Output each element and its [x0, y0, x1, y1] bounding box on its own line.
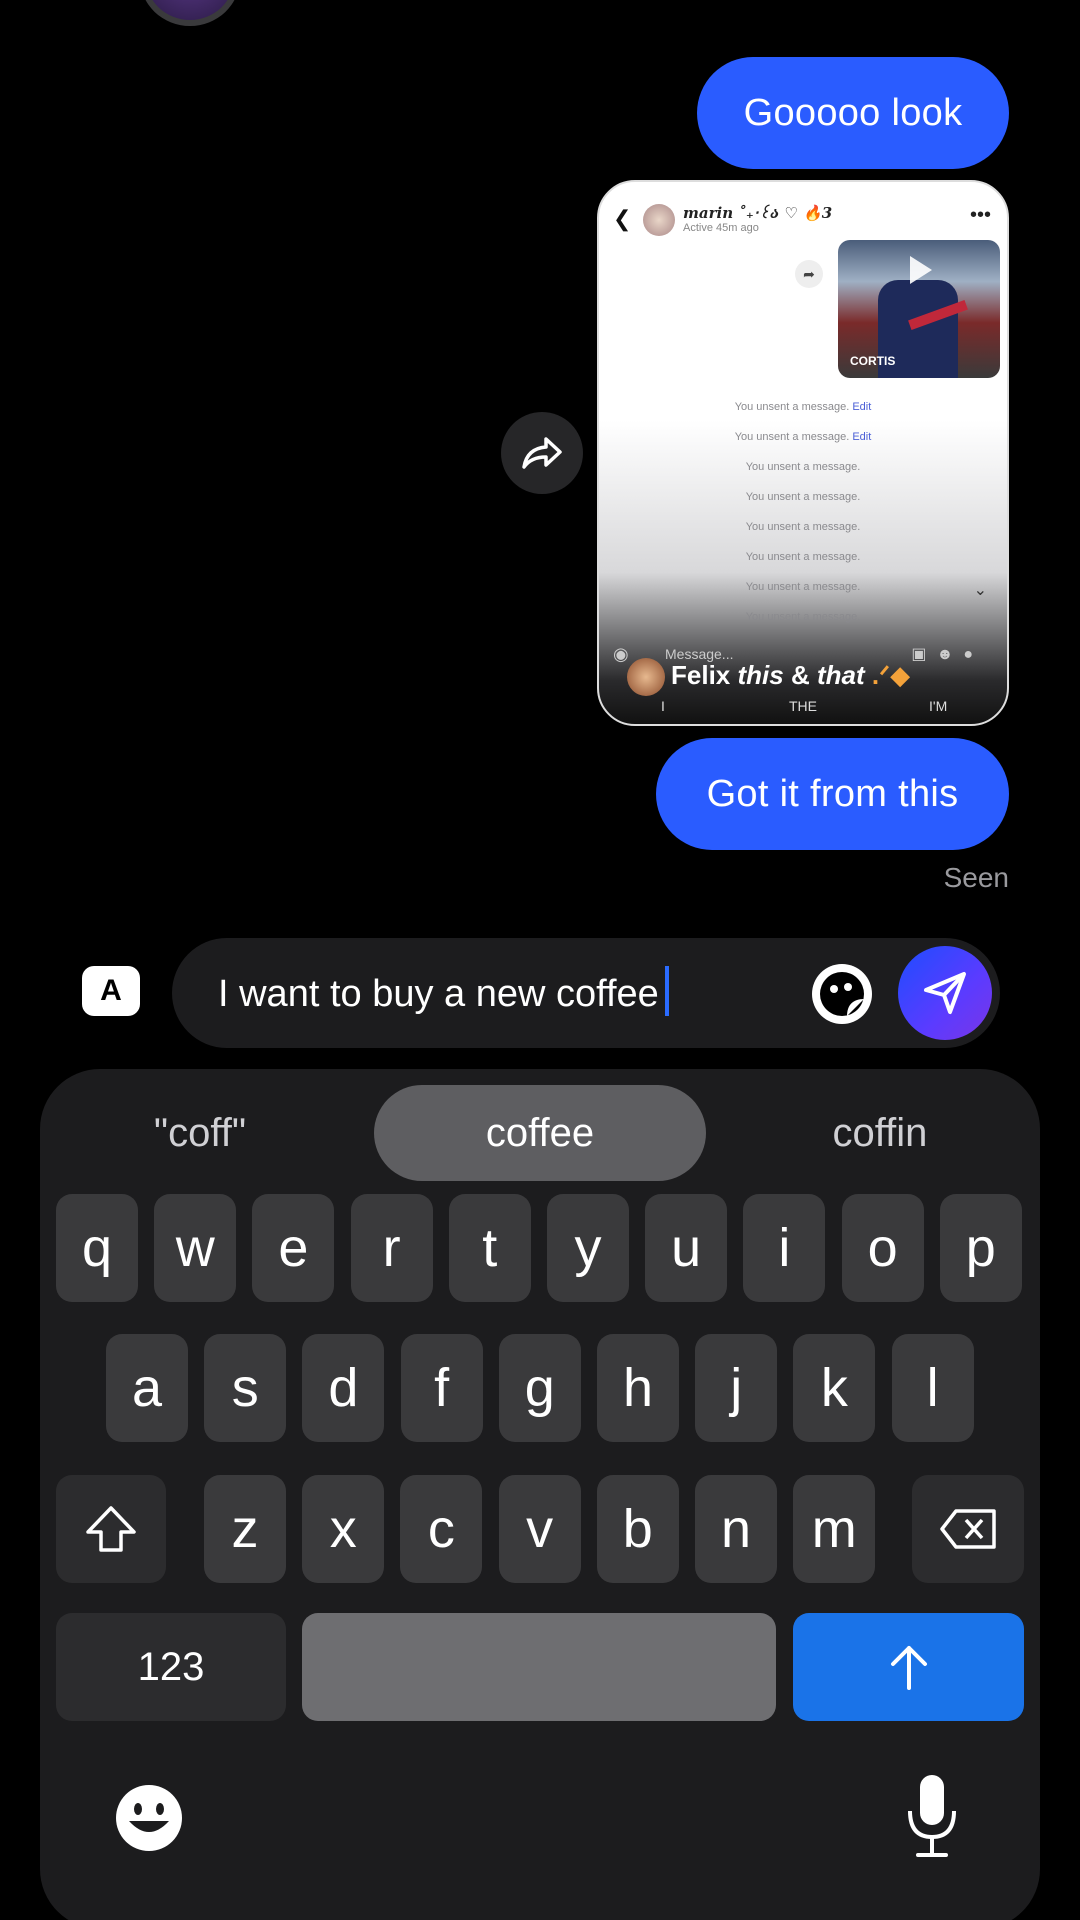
unsent-text: You unsent a message.: [734, 401, 850, 413]
screenshot-video: CORTIS: [838, 240, 1000, 378]
key-f[interactable]: f: [400, 1334, 483, 1442]
space-key[interactable]: [302, 1613, 776, 1721]
suggestion-1[interactable]: "coff": [90, 1085, 310, 1181]
screenshot-caption: Felix this & that .ᐟ◆: [627, 658, 910, 696]
key-k[interactable]: k: [793, 1334, 876, 1442]
key-q[interactable]: q: [56, 1194, 138, 1302]
sticker-icon: [820, 972, 864, 1016]
key-y[interactable]: y: [547, 1194, 629, 1302]
screenshot-avatar: [643, 204, 675, 236]
prediction-1: I: [661, 698, 665, 714]
key-i[interactable]: i: [743, 1194, 826, 1302]
caption-word-1: this: [737, 659, 784, 690]
key-v[interactable]: v: [498, 1475, 581, 1583]
message-bubble[interactable]: Gooooo look: [697, 57, 1009, 169]
prediction-3: I'M: [929, 698, 948, 714]
screenshot-header: ❮ marin ˚₊‧꒰ა ♡ 🔥3 Active 45m ago •••: [599, 192, 1007, 236]
numbers-key[interactable]: 123: [56, 1613, 286, 1721]
suggestion-3[interactable]: coffin: [770, 1085, 990, 1181]
caption-word-2: that: [816, 659, 865, 690]
message-input-text: I want to buy a new coffee: [218, 973, 659, 1015]
share-button[interactable]: [501, 412, 583, 494]
caption-mid: &: [790, 659, 810, 690]
key-u[interactable]: u: [645, 1194, 728, 1302]
message-composer[interactable]: I want to buy a new coffee: [172, 938, 1000, 1048]
unsent-text: You unsent a message.: [745, 551, 861, 563]
emoji-icon: [116, 1785, 182, 1851]
shared-screenshot[interactable]: ❮ marin ˚₊‧꒰ა ♡ 🔥3 Active 45m ago ••• ➦ …: [597, 180, 1009, 726]
back-icon: ❮: [613, 206, 632, 231]
key-o[interactable]: o: [841, 1194, 924, 1302]
backspace-icon: [940, 1509, 996, 1549]
video-tag: CORTIS: [850, 354, 896, 368]
unsent-text: You unsent a message.: [734, 431, 850, 443]
unsent-line: You unsent a message.: [599, 452, 1007, 482]
key-x[interactable]: x: [302, 1475, 385, 1583]
message-bubble[interactable]: Got it from this: [656, 738, 1009, 850]
caption-avatar: [627, 658, 665, 696]
enter-key[interactable]: [793, 1613, 1024, 1721]
key-e[interactable]: e: [252, 1194, 335, 1302]
key-l[interactable]: l: [891, 1334, 974, 1442]
text-caret: [664, 966, 669, 1016]
key-c[interactable]: c: [400, 1475, 483, 1583]
message-input[interactable]: I want to buy a new coffee: [218, 966, 669, 1016]
send-icon: [924, 972, 966, 1014]
unsent-list: You unsent a message. Edit You unsent a m…: [599, 392, 1007, 632]
microphone-icon: [908, 1775, 956, 1857]
more-icon: •••: [969, 204, 991, 226]
key-n[interactable]: n: [695, 1475, 777, 1583]
key-z[interactable]: z: [204, 1475, 286, 1583]
keyboard: "coff" coffee coffin qwertyuiop asdfghjkl…: [40, 1069, 1040, 1920]
screenshot-active-status: Active 45m ago: [683, 222, 759, 234]
backspace-key[interactable]: [912, 1475, 1024, 1583]
dictation-button[interactable]: [902, 1771, 962, 1861]
unsent-text: You unsent a message.: [745, 461, 861, 473]
key-d[interactable]: d: [302, 1334, 385, 1442]
contact-avatar[interactable]: [140, 0, 240, 26]
chevron-down-icon: ⌄: [973, 582, 987, 599]
arrow-up-icon: [890, 1646, 927, 1690]
unsent-line: You unsent a message. Edit: [599, 422, 1007, 452]
emoji-button[interactable]: [114, 1783, 184, 1853]
key-a[interactable]: a: [106, 1334, 188, 1442]
seen-status: Seen: [943, 862, 1009, 893]
caption-name: Felix: [671, 659, 731, 690]
unsent-line: You unsent a message.: [599, 602, 1007, 632]
edit-link: Edit: [852, 401, 872, 413]
play-icon: [910, 256, 932, 284]
key-b[interactable]: b: [596, 1475, 679, 1583]
key-g[interactable]: g: [498, 1334, 581, 1442]
sticker-button[interactable]: [812, 964, 872, 1024]
key-j[interactable]: j: [695, 1334, 778, 1442]
unsent-line: You unsent a message. Edit: [599, 392, 1007, 422]
key-r[interactable]: r: [350, 1194, 433, 1302]
keyboard-switch-button[interactable]: A: [82, 966, 140, 1016]
share-icon: [522, 437, 562, 469]
edit-link: Edit: [852, 431, 872, 443]
key-p[interactable]: p: [939, 1194, 1022, 1302]
unsent-line: You unsent a message.: [599, 482, 1007, 512]
screenshot-action-icons: ▣☻●: [911, 646, 983, 663]
shift-icon: [86, 1506, 136, 1552]
key-w[interactable]: w: [154, 1194, 237, 1302]
sparkle-icon: .ᐟ◆: [871, 659, 911, 690]
unsent-text: You unsent a message.: [745, 611, 861, 623]
screenshot-contact-name: marin ˚₊‧꒰ა ♡ 🔥3: [683, 204, 833, 222]
prediction-2: THE: [789, 698, 817, 714]
key-s[interactable]: s: [204, 1334, 287, 1442]
key-m[interactable]: m: [793, 1475, 876, 1583]
unsent-line: You unsent a message.: [599, 572, 1007, 602]
unsent-line: You unsent a message.: [599, 542, 1007, 572]
unsent-text: You unsent a message.: [745, 521, 861, 533]
unsent-text: You unsent a message.: [745, 491, 861, 503]
key-t[interactable]: t: [448, 1194, 531, 1302]
unsent-line: You unsent a message.: [599, 512, 1007, 542]
shift-key[interactable]: [56, 1475, 166, 1583]
unsent-text: You unsent a message.: [745, 581, 861, 593]
send-button[interactable]: [898, 946, 992, 1040]
key-h[interactable]: h: [597, 1334, 679, 1442]
screenshot-share-icon: ➦: [795, 260, 823, 288]
suggestion-2[interactable]: coffee: [374, 1085, 706, 1181]
